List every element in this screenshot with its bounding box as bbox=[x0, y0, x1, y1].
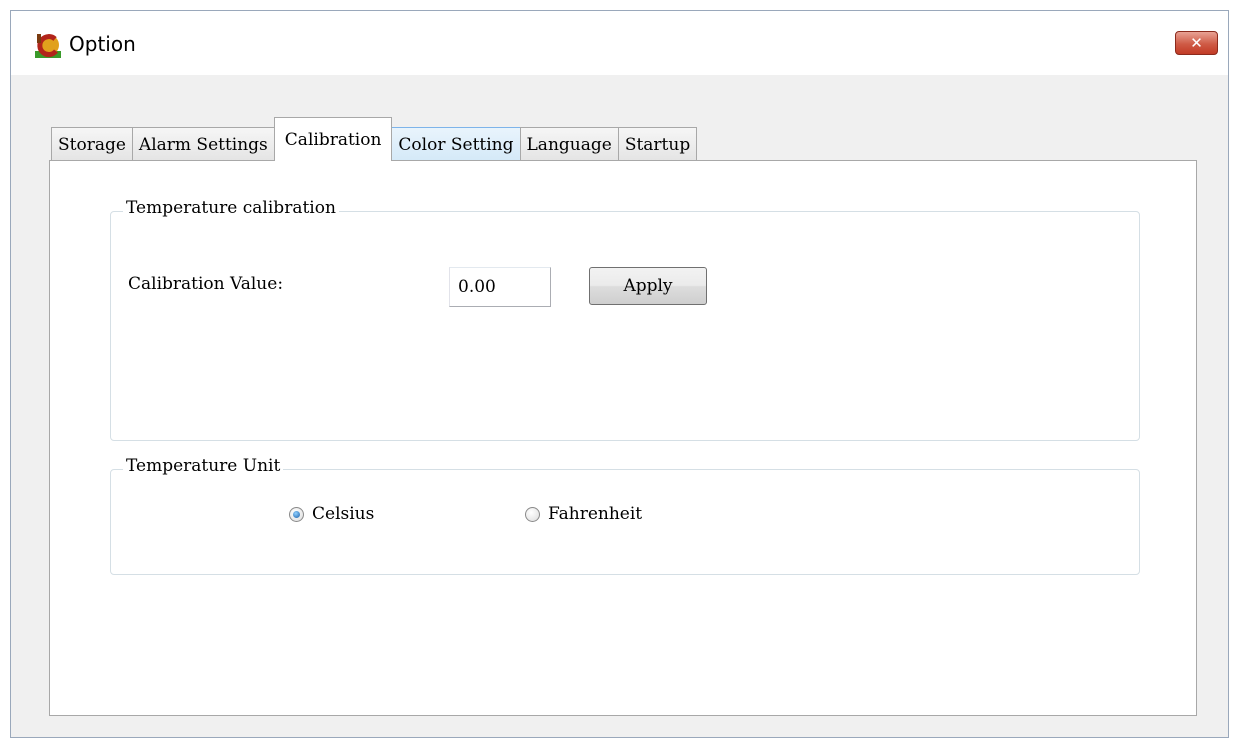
apply-button[interactable]: Apply bbox=[589, 267, 707, 305]
celsius-label: Celsius bbox=[312, 504, 375, 524]
tab-bar: Storage Alarm Settings Calibration Color… bbox=[51, 115, 698, 161]
tab-color-setting[interactable]: Color Setting bbox=[391, 127, 521, 161]
option-dialog: Option ✕ Storage Alarm Settings Calibrat… bbox=[10, 10, 1229, 738]
close-icon: ✕ bbox=[1190, 34, 1203, 52]
temperature-calibration-legend: Temperature calibration bbox=[123, 198, 339, 218]
celsius-radio-indicator[interactable] bbox=[289, 506, 304, 522]
calibration-panel: Temperature calibration Calibration Valu… bbox=[49, 160, 1197, 716]
fahrenheit-radio[interactable]: Fahrenheit bbox=[525, 504, 642, 524]
tab-calibration[interactable]: Calibration bbox=[273, 117, 393, 161]
title-bar[interactable]: Option ✕ bbox=[11, 11, 1228, 75]
temperature-calibration-group: Temperature calibration Calibration Valu… bbox=[110, 198, 1140, 441]
tab-language[interactable]: Language bbox=[519, 127, 619, 161]
calibration-value-input[interactable] bbox=[449, 267, 551, 307]
celsius-radio[interactable]: Celsius bbox=[289, 504, 374, 524]
fahrenheit-label: Fahrenheit bbox=[548, 504, 643, 524]
app-icon bbox=[35, 34, 61, 58]
close-button[interactable]: ✕ bbox=[1175, 31, 1218, 55]
tab-alarm-settings[interactable]: Alarm Settings bbox=[131, 127, 275, 161]
dialog-client-area: Storage Alarm Settings Calibration Color… bbox=[11, 75, 1228, 737]
fahrenheit-radio-indicator[interactable] bbox=[525, 506, 540, 522]
calibration-value-label: Calibration Value: bbox=[128, 274, 284, 294]
tab-startup[interactable]: Startup bbox=[617, 127, 698, 161]
temperature-unit-legend: Temperature Unit bbox=[123, 456, 284, 476]
tab-storage[interactable]: Storage bbox=[51, 127, 133, 161]
temperature-unit-group: Temperature Unit Celsius Fahrenheit bbox=[110, 456, 1140, 575]
window-title: Option bbox=[69, 32, 136, 56]
